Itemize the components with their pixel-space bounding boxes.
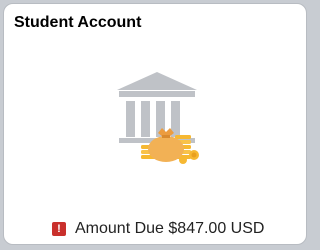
amount-due-value: $847.00 USD	[168, 220, 265, 237]
alert-icon: !	[52, 222, 66, 236]
bank-money-bag-icon	[117, 72, 199, 164]
amount-due-label: Amount Due	[75, 220, 164, 237]
student-account-tile[interactable]: Student Account ! Amount Due $847.00 USD	[3, 3, 307, 245]
amount-due-text: Amount Due $847.00 USD	[75, 220, 264, 238]
tile-title: Student Account	[14, 14, 142, 31]
amount-due-status: ! Amount Due $847.00 USD	[52, 219, 264, 239]
